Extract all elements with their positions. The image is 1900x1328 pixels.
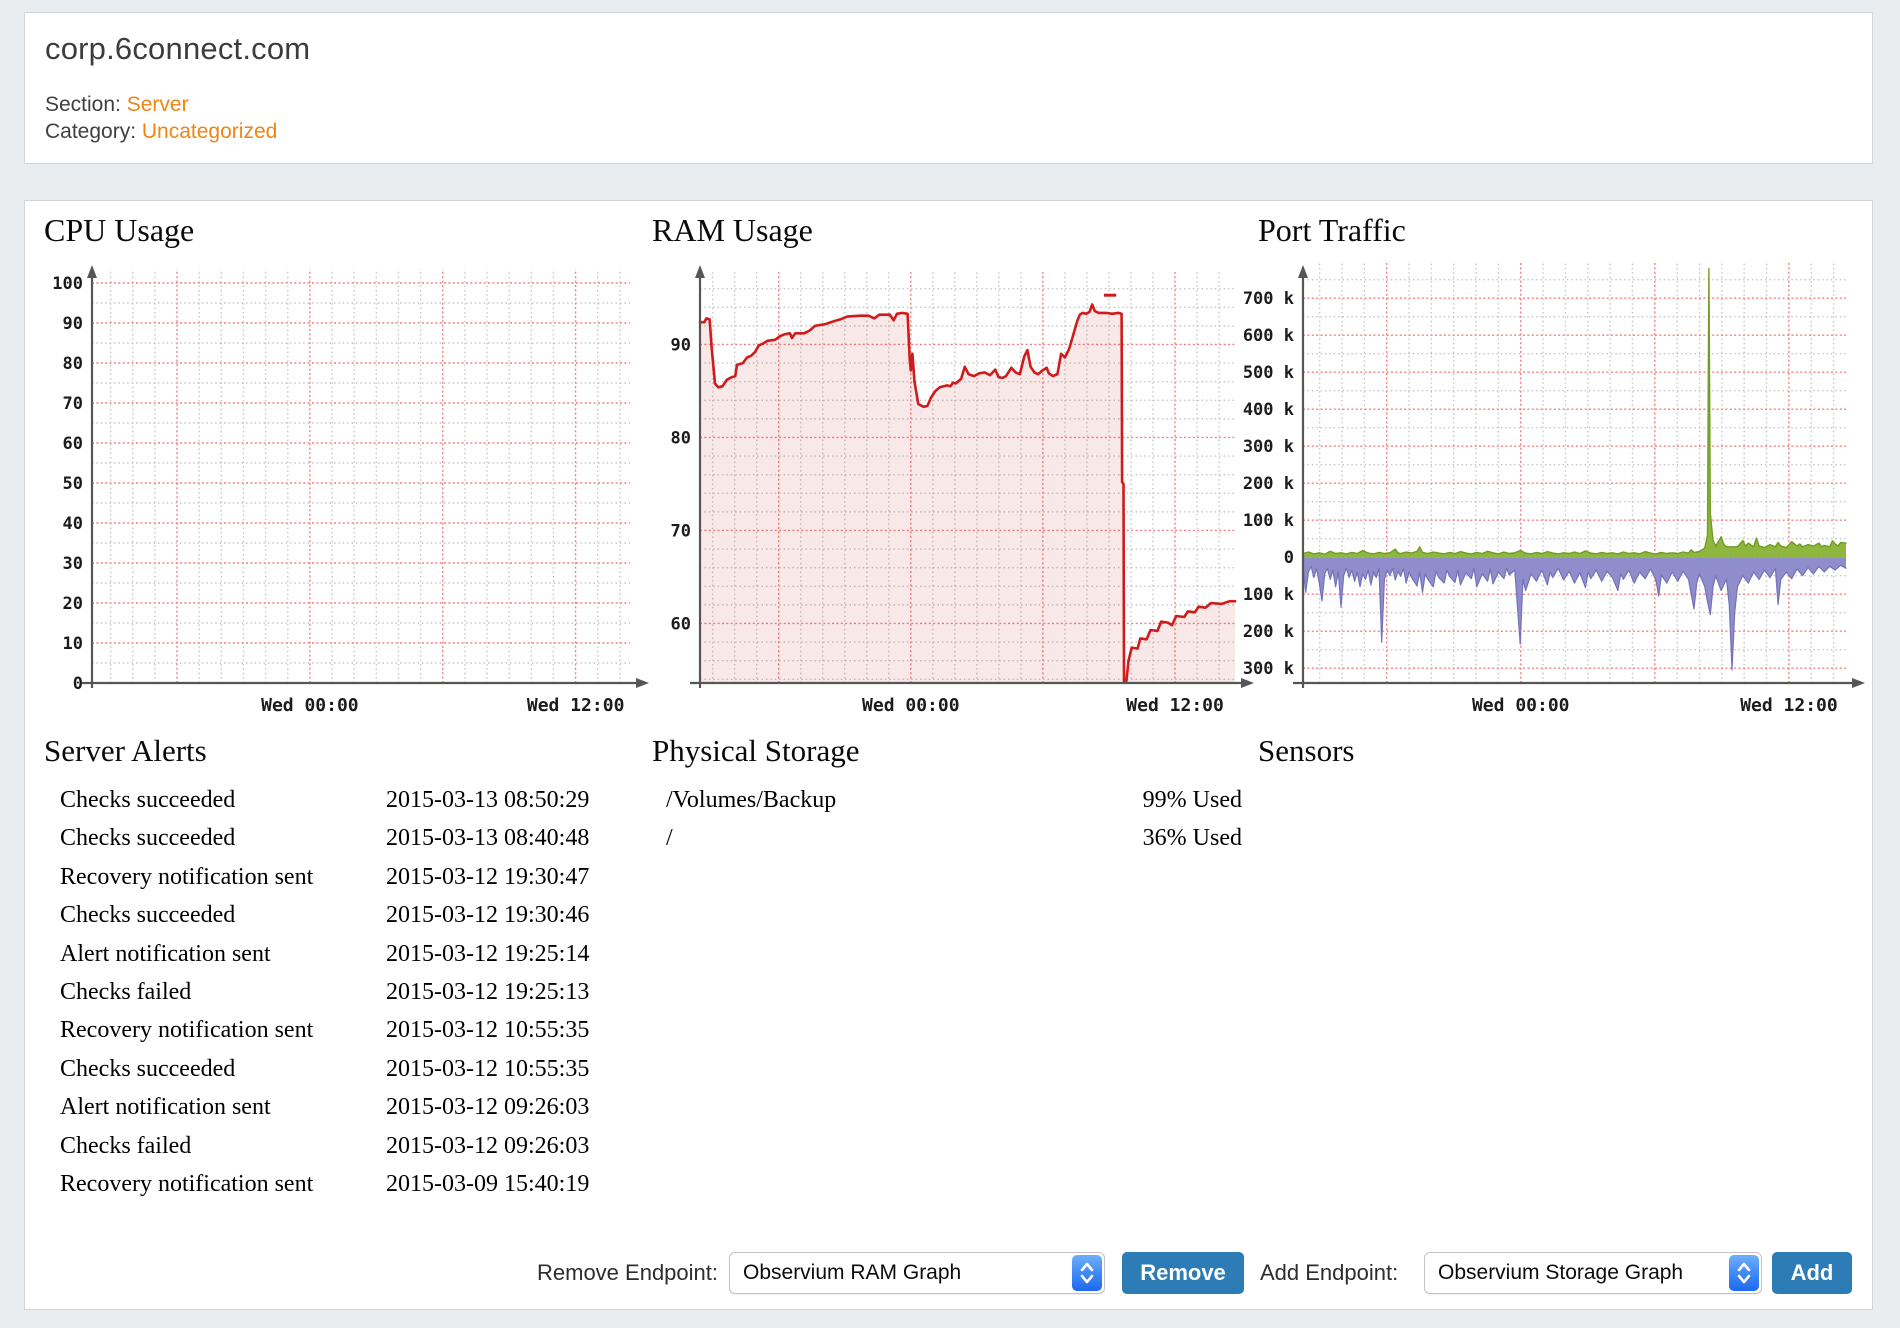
alert-label: Checks succeeded <box>60 1050 386 1088</box>
svg-text:400 k: 400 k <box>1243 400 1294 420</box>
svg-text:600 k: 600 k <box>1243 326 1294 346</box>
section-label: Section: <box>45 93 121 116</box>
category-value-link[interactable]: Uncategorized <box>142 120 277 143</box>
svg-text:20: 20 <box>63 594 83 614</box>
svg-text:Wed 12:00: Wed 12:00 <box>527 695 625 716</box>
svg-text:40: 40 <box>63 514 83 534</box>
section-line: Section: Server <box>45 93 189 117</box>
svg-text:70: 70 <box>671 521 691 541</box>
alert-timestamp: 2015-03-12 10:55:35 <box>386 1011 660 1049</box>
alert-timestamp: 2015-03-12 19:30:47 <box>386 858 660 896</box>
alert-timestamp: 2015-03-12 09:26:03 <box>386 1127 660 1165</box>
svg-text:Wed 00:00: Wed 00:00 <box>862 695 960 716</box>
add-endpoint-select[interactable]: Observium Storage Graph <box>1424 1252 1762 1294</box>
alert-row: Checks succeeded2015-03-12 10:55:35 <box>60 1050 660 1088</box>
alert-label: Checks failed <box>60 1127 386 1165</box>
alert-row: Recovery notification sent2015-03-12 10:… <box>60 1011 660 1049</box>
svg-text:Wed 12:00: Wed 12:00 <box>1126 695 1224 716</box>
server-alerts-list: Checks succeeded2015-03-13 08:50:29Check… <box>60 781 660 1203</box>
svg-text:200 k: 200 k <box>1243 622 1294 642</box>
alert-label: Recovery notification sent <box>60 1011 386 1049</box>
alert-timestamp: 2015-03-13 08:40:48 <box>386 819 660 857</box>
alert-label: Alert notification sent <box>60 1088 386 1126</box>
svg-text:Wed 00:00: Wed 00:00 <box>261 695 359 716</box>
page-title: corp.6connect.com <box>45 31 310 67</box>
svg-text:100 k: 100 k <box>1243 585 1294 605</box>
category-line: Category: Uncategorized <box>45 120 277 144</box>
alert-timestamp: 2015-03-12 19:30:46 <box>386 896 660 934</box>
add-endpoint-label: Add Endpoint: <box>1260 1252 1420 1294</box>
svg-text:70: 70 <box>63 394 83 414</box>
alert-label: Recovery notification sent <box>60 858 386 896</box>
alert-timestamp: 2015-03-09 15:40:19 <box>386 1165 660 1203</box>
sensors-section-title: Sensors <box>1258 733 1354 769</box>
svg-text:300 k: 300 k <box>1243 437 1294 457</box>
svg-text:80: 80 <box>671 428 691 448</box>
select-stepper-icon[interactable] <box>1729 1255 1759 1291</box>
svg-text:60: 60 <box>671 614 691 634</box>
storage-path: /Volumes/Backup <box>666 781 836 819</box>
add-button[interactable]: Add <box>1772 1252 1852 1294</box>
alert-row: Checks failed2015-03-12 19:25:13 <box>60 973 660 1011</box>
svg-text:90: 90 <box>63 314 83 334</box>
alert-row: Checks succeeded2015-03-12 19:30:46 <box>60 896 660 934</box>
svg-text:0: 0 <box>1284 548 1294 568</box>
alert-row: Checks succeeded2015-03-13 08:40:48 <box>60 819 660 857</box>
alert-timestamp: 2015-03-12 19:25:14 <box>386 935 660 973</box>
alerts-section-title: Server Alerts <box>44 733 207 769</box>
alert-row: Checks succeeded2015-03-13 08:50:29 <box>60 781 660 819</box>
svg-text:700 k: 700 k <box>1243 289 1294 309</box>
svg-text:500 k: 500 k <box>1243 363 1294 383</box>
alert-label: Checks succeeded <box>60 896 386 934</box>
alert-timestamp: 2015-03-12 10:55:35 <box>386 1050 660 1088</box>
remove-button[interactable]: Remove <box>1122 1252 1244 1294</box>
cpu-usage-chart: 1009080706050403020100Wed 00:00Wed 12:00 <box>28 228 688 720</box>
storage-row: /Volumes/Backup 99% Used <box>666 781 1242 819</box>
svg-text:50: 50 <box>63 474 83 494</box>
svg-text:60: 60 <box>63 434 83 454</box>
remove-endpoint-label: Remove Endpoint: <box>500 1252 718 1294</box>
storage-path: / <box>666 819 673 857</box>
alert-label: Alert notification sent <box>60 935 386 973</box>
svg-text:80: 80 <box>63 354 83 374</box>
physical-storage-list: /Volumes/Backup 99% Used / 36% Used <box>666 781 1242 858</box>
alert-label: Recovery notification sent <box>60 1165 386 1203</box>
alert-timestamp: 2015-03-12 19:25:13 <box>386 973 660 1011</box>
svg-text:200 k: 200 k <box>1243 474 1294 494</box>
alert-label: Checks succeeded <box>60 819 386 857</box>
svg-text:Wed 00:00: Wed 00:00 <box>1472 695 1570 716</box>
section-value-link[interactable]: Server <box>127 93 189 116</box>
remove-endpoint-select[interactable]: Observium RAM Graph <box>729 1252 1105 1294</box>
remove-endpoint-select-value: Observium RAM Graph <box>743 1253 961 1293</box>
storage-row: / 36% Used <box>666 819 1242 857</box>
svg-text:300 k: 300 k <box>1243 659 1294 679</box>
alert-row: Alert notification sent2015-03-12 19:25:… <box>60 935 660 973</box>
svg-text:10: 10 <box>63 634 83 654</box>
alert-row: Recovery notification sent2015-03-09 15:… <box>60 1165 660 1203</box>
host-header-panel: corp.6connect.com Section: Server Catego… <box>24 12 1873 164</box>
svg-text:100: 100 <box>52 274 83 294</box>
svg-text:30: 30 <box>63 554 83 574</box>
select-stepper-icon[interactable] <box>1072 1255 1102 1291</box>
alert-timestamp: 2015-03-12 09:26:03 <box>386 1088 660 1126</box>
alert-timestamp: 2015-03-13 08:50:29 <box>386 781 660 819</box>
svg-text:90: 90 <box>671 335 691 355</box>
alert-row: Recovery notification sent2015-03-12 19:… <box>60 858 660 896</box>
add-endpoint-select-value: Observium Storage Graph <box>1438 1253 1683 1293</box>
svg-text:0: 0 <box>73 674 83 694</box>
alert-label: Checks succeeded <box>60 781 386 819</box>
storage-section-title: Physical Storage <box>652 733 860 769</box>
storage-used-percent: 36% Used <box>1143 819 1242 857</box>
storage-used-percent: 99% Used <box>1143 781 1242 819</box>
ram-usage-chart: 90 80 70 60 Wed 00:00 Wed 12:00 <box>636 228 1296 720</box>
svg-text:Wed 12:00: Wed 12:00 <box>1740 695 1838 716</box>
category-label: Category: <box>45 120 136 143</box>
alert-row: Alert notification sent2015-03-12 09:26:… <box>60 1088 660 1126</box>
svg-text:100 k: 100 k <box>1243 511 1294 531</box>
alert-row: Checks failed2015-03-12 09:26:03 <box>60 1127 660 1165</box>
alert-label: Checks failed <box>60 973 386 1011</box>
port-traffic-chart: 700 k 600 k 500 k 400 k 300 k 200 k 100 k 0 100 … <box>1215 228 1887 720</box>
